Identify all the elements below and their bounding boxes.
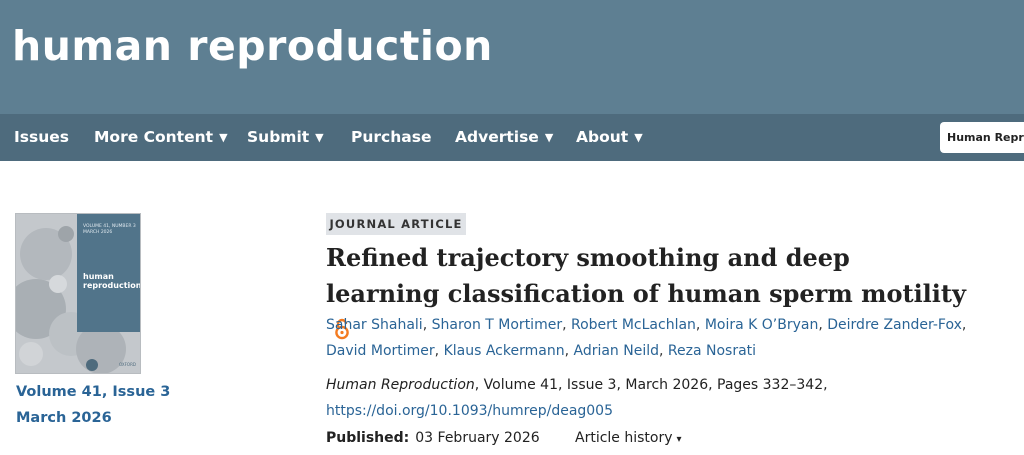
nav-label: Advertise (455, 128, 539, 146)
author-link[interactable]: Moira K O’Bryan (705, 317, 819, 333)
article-type-badge: JOURNAL ARTICLE (326, 213, 466, 235)
caret-down-icon: ▾ (676, 434, 682, 445)
published-label: Published: (326, 430, 410, 446)
nav-label: About (576, 128, 629, 146)
author-link[interactable]: Sharon T Mortimer (432, 317, 562, 333)
article-title-text: Refined trajectory smoothing and deep le… (326, 243, 966, 308)
cover-title: human reproduction (83, 272, 140, 290)
citation-line: Human Reproduction, Volume 41, Issue 3, … (326, 377, 828, 393)
nav-label: Issues (14, 128, 69, 146)
nav-label: Submit (247, 128, 310, 146)
issue-volume-link[interactable]: Volume 41, Issue 3 (16, 384, 170, 400)
nav-purchase[interactable]: Purchase (351, 128, 431, 146)
article-history-toggle[interactable]: Article history ▾ (575, 430, 682, 446)
author-link[interactable]: Deirdre Zander-Fox (827, 317, 962, 333)
issue-date-link[interactable]: March 2026 (16, 410, 112, 426)
nav-advertise[interactable]: Advertise ▼ (455, 128, 553, 146)
site-banner: human reproduction (0, 0, 1024, 114)
history-label: Article history (575, 430, 673, 446)
journal-name: Human Reproduction (326, 377, 475, 393)
society-logo-icon (86, 359, 98, 371)
nav-more-content[interactable]: More Content ▼ (94, 128, 228, 146)
author-link[interactable]: Sahar Shahali (326, 317, 423, 333)
nav-label: More Content (94, 128, 214, 146)
issue-cover[interactable]: VOLUME 41, NUMBER 3 MARCH 2026 human rep… (16, 214, 140, 373)
nav-submit[interactable]: Submit ▼ (247, 128, 324, 146)
author-list: Sahar Shahali, Sharon T Mortimer, Robert… (326, 317, 967, 359)
caret-down-icon: ▼ (634, 131, 643, 144)
author-link[interactable]: Adrian Neild (573, 343, 659, 359)
published-line: Published: 03 February 2026 (326, 430, 540, 446)
caret-down-icon: ▼ (315, 131, 324, 144)
main-nav: Issues More Content ▼ Submit ▼ Purchase Ad… (0, 114, 1024, 161)
published-date: 03 February 2026 (415, 430, 540, 446)
nav-issues[interactable]: Issues (14, 128, 69, 146)
site-title[interactable]: human reproduction (12, 22, 493, 70)
author-link[interactable]: Robert McLachlan (571, 317, 696, 333)
cover-publisher: OXFORD (119, 362, 136, 367)
citation-details: , Volume 41, Issue 3, March 2026, Pages … (474, 377, 828, 393)
cover-volume-text: VOLUME 41, NUMBER 3 MARCH 2026 (83, 224, 136, 235)
search-scope-select[interactable]: Human Reproduction (940, 122, 1024, 153)
caret-down-icon: ▼ (544, 131, 554, 144)
author-link[interactable]: Reza Nosrati (668, 343, 756, 359)
nav-label: Purchase (351, 128, 432, 146)
doi-link[interactable]: https://doi.org/10.1093/humrep/deag005 (326, 403, 613, 419)
author-link[interactable]: Klaus Ackermann (444, 343, 565, 359)
caret-down-icon: ▼ (219, 131, 228, 144)
author-link[interactable]: David Mortimer (326, 343, 435, 359)
nav-about[interactable]: About ▼ (576, 128, 643, 146)
